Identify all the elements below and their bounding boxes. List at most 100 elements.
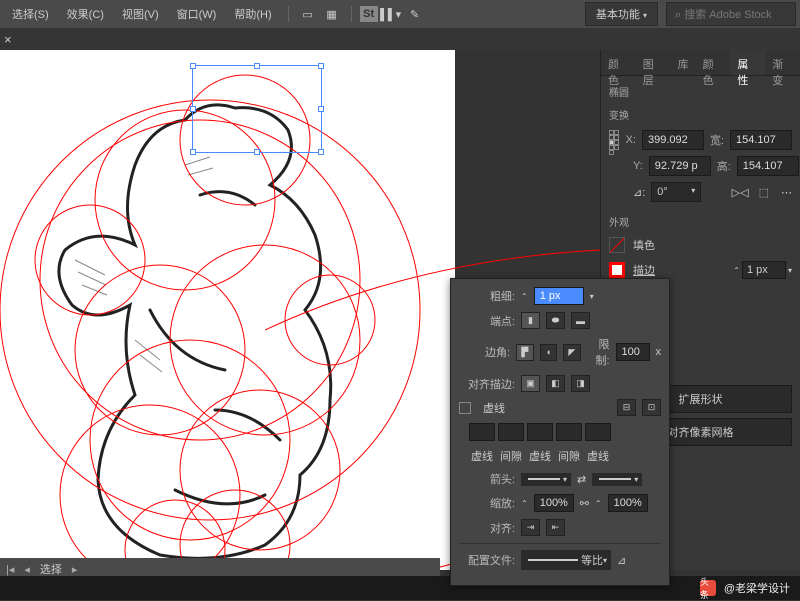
flip-v-icon[interactable]: ⬚: [759, 186, 769, 199]
cap-square-icon[interactable]: ▬: [571, 312, 590, 329]
cap-label: 端点:: [459, 313, 515, 329]
main-area: 颜色 图层 库 颜色 属性 渐变 椭圆 变换 X: 宽: Y:: [0, 50, 800, 570]
appearance-title: 外观: [609, 214, 792, 229]
tab-properties[interactable]: 属性: [730, 50, 765, 75]
watermark: 头条 @老梁学设计: [0, 576, 800, 600]
dash2: [527, 423, 553, 441]
current-tool: 选择: [40, 561, 62, 577]
weight-label: 粗细:: [459, 288, 515, 304]
limit-unit: x: [656, 346, 662, 358]
st-icon[interactable]: St: [360, 6, 378, 22]
menu-effect[interactable]: 效果(C): [59, 2, 112, 26]
flip-h-icon[interactable]: ▷◁: [732, 186, 749, 199]
link-scale-icon[interactable]: ⚯: [580, 497, 589, 510]
w-label: 宽:: [710, 132, 724, 148]
corner-label: 边角:: [459, 344, 510, 360]
stroke-width-field[interactable]: 1 px: [742, 261, 786, 279]
brush-icon[interactable]: ✎: [404, 3, 426, 25]
angle-field[interactable]: 0°▾: [651, 182, 701, 202]
layout-icon[interactable]: ▌▌▾: [380, 3, 402, 25]
dash3: [585, 423, 611, 441]
tab-layers[interactable]: 图层: [636, 50, 671, 75]
stroke-swatch-icon[interactable]: [609, 262, 625, 278]
menubar: 选择(S) 效果(C) 视图(V) 窗口(W) 帮助(H) ▭ ▦ St ▌▌▾…: [0, 0, 800, 28]
align-arrow-label: 对齐:: [459, 520, 515, 536]
dl2: 虚线: [527, 448, 553, 464]
align-inside-icon[interactable]: ◧: [546, 375, 565, 392]
workspace-switcher[interactable]: 基本功能 ▾: [585, 2, 658, 26]
dashed-label: 虚线: [483, 400, 505, 416]
menu-view[interactable]: 视图(V): [114, 2, 167, 26]
prev-artboard-icon[interactable]: ◂: [24, 563, 30, 576]
corner-bevel-icon[interactable]: ◤: [563, 344, 581, 361]
scale-label: 缩放:: [459, 495, 515, 511]
scale-a: 100%: [534, 494, 574, 512]
arrow-end[interactable]: ▾: [592, 473, 642, 486]
h-field[interactable]: [737, 156, 799, 176]
separator: [351, 6, 352, 22]
flip-profile-icon[interactable]: ⊿: [617, 554, 626, 567]
dash1: [469, 423, 495, 441]
h-label: 高:: [717, 158, 731, 174]
stock-search[interactable]: ⌕ 搜索 Adobe Stock: [666, 2, 796, 26]
next-artboard-icon[interactable]: ▸: [72, 563, 78, 576]
stroke-label[interactable]: 描边: [633, 262, 655, 278]
reference-point-icon[interactable]: [609, 130, 620, 150]
dl4: 虚线: [585, 448, 611, 464]
first-artboard-icon[interactable]: |◂: [6, 563, 14, 576]
x-label: X:: [626, 134, 636, 146]
align-center-icon[interactable]: ▣: [521, 375, 540, 392]
dl3: 间隙: [556, 448, 582, 464]
selection-bounding-box[interactable]: [192, 65, 322, 153]
document-tabbar: ×: [0, 28, 800, 50]
profile-dropdown[interactable]: 等比▾: [521, 550, 611, 570]
scale-b: 100%: [608, 494, 648, 512]
more-icon[interactable]: ⋯: [781, 186, 792, 199]
y-label: Y:: [633, 160, 643, 172]
w-field[interactable]: [730, 130, 792, 150]
tab-gradient[interactable]: 渐变: [765, 50, 800, 75]
arrow-start[interactable]: ▾: [521, 473, 571, 486]
swap-arrows-icon[interactable]: ⇄: [577, 473, 586, 486]
stroke-floating-panel: 粗细: ⌃ ▾ 端点: ▮ ⬬ ▬ 边角: ▛ ◖ ◤ 限制: x 对齐描边: …: [450, 278, 670, 586]
grid-icon[interactable]: ▦: [321, 3, 343, 25]
shape-type-label: 椭圆: [609, 84, 792, 99]
dash-opt1-icon[interactable]: ⊟: [617, 399, 636, 416]
tab-library[interactable]: 库: [671, 50, 696, 75]
watermark-text: @老梁学设计: [724, 580, 790, 596]
dash-opt2-icon[interactable]: ⊡: [642, 399, 661, 416]
align-outside-icon[interactable]: ◨: [571, 375, 590, 392]
cap-butt-icon[interactable]: ▮: [521, 312, 540, 329]
aa2-icon: ⇤: [546, 519, 565, 536]
menu-help[interactable]: 帮助(H): [226, 2, 279, 26]
arrow-label: 箭头:: [459, 471, 515, 487]
fill-label: 填色: [633, 237, 655, 253]
angle-label: ⊿:: [633, 186, 645, 199]
tab-color[interactable]: 颜色: [601, 50, 636, 75]
menu-select[interactable]: 选择(S): [4, 2, 57, 26]
align-stroke-label: 对齐描边:: [459, 376, 515, 392]
y-field[interactable]: [649, 156, 711, 176]
limit-field[interactable]: [616, 343, 650, 361]
profile-label: 配置文件:: [459, 552, 515, 568]
corner-miter-icon[interactable]: ▛: [516, 344, 534, 361]
panel-tabs: 颜色 图层 库 颜色 属性 渐变: [601, 50, 800, 76]
dl1: 间隙: [498, 448, 524, 464]
menu-window[interactable]: 窗口(W): [169, 2, 225, 26]
corner-round-icon[interactable]: ◖: [540, 344, 558, 361]
close-tab-icon[interactable]: ×: [4, 32, 12, 47]
dl0: 虚线: [469, 448, 495, 464]
fill-swatch-icon[interactable]: [609, 237, 625, 253]
separator: [288, 6, 289, 22]
gap1: [498, 423, 524, 441]
doc-icon[interactable]: ▭: [297, 3, 319, 25]
transform-title: 变换: [609, 107, 792, 122]
dashed-checkbox[interactable]: [459, 402, 471, 414]
tab-color2[interactable]: 颜色: [696, 50, 731, 75]
cap-round-icon[interactable]: ⬬: [546, 312, 565, 329]
gap2: [556, 423, 582, 441]
toutiao-logo-icon: 头条: [700, 580, 716, 596]
x-field[interactable]: [642, 130, 704, 150]
limit-label: 限制:: [587, 336, 610, 368]
weight-field[interactable]: [534, 287, 584, 305]
